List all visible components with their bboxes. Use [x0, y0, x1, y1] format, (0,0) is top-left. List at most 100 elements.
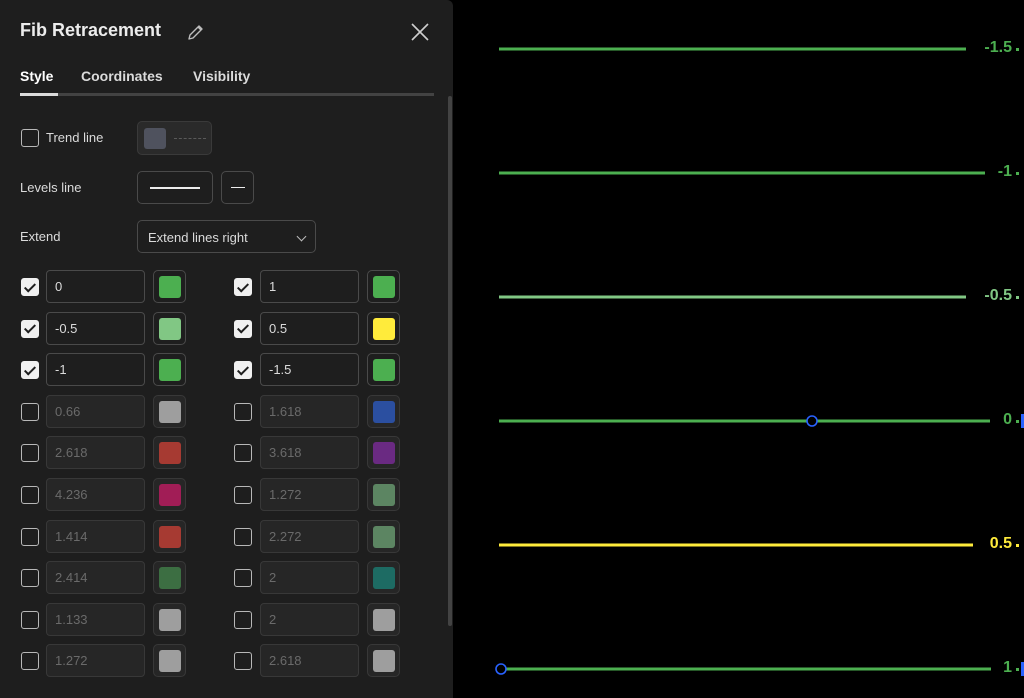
level-color-button[interactable]	[153, 394, 186, 428]
level-value-input[interactable]: -1.5	[260, 353, 359, 387]
level-color-button[interactable]	[153, 311, 186, 345]
level-checkbox[interactable]	[234, 569, 252, 588]
trend-line-style-button[interactable]	[137, 121, 212, 155]
tab-active-indicator	[20, 93, 58, 96]
extend-select[interactable]: Extend lines right	[137, 220, 316, 253]
level-checkbox[interactable]	[21, 486, 39, 504]
level-color-swatch	[373, 650, 395, 673]
level-color-swatch	[373, 359, 395, 382]
fib-level-label: 0	[1003, 411, 1012, 428]
level-color-swatch	[159, 276, 181, 298]
level-color-swatch	[159, 608, 181, 631]
fib-level-label: 1	[1003, 659, 1012, 676]
level-value-input[interactable]: 1.618	[260, 394, 359, 428]
fib-level-tick	[1016, 296, 1019, 299]
fib-level-tick	[1016, 420, 1019, 423]
level-color-button[interactable]	[367, 478, 400, 511]
fib-level-label: -1.5	[984, 39, 1012, 56]
level-color-swatch	[159, 567, 181, 590]
levels-line-width-button[interactable]	[221, 171, 254, 204]
chevron-down-icon	[296, 231, 307, 242]
extend-select-value: Extend lines right	[148, 230, 248, 245]
level-checkbox[interactable]	[234, 527, 252, 546]
level-checkbox[interactable]	[21, 278, 39, 296]
fib-level-tick	[1016, 544, 1019, 547]
levels-line-style-button[interactable]	[137, 171, 213, 204]
level-checkbox[interactable]	[234, 278, 252, 296]
level-value-input[interactable]: 0.66	[46, 394, 145, 428]
level-value-input[interactable]: 1.272	[260, 478, 359, 511]
level-color-swatch	[159, 317, 181, 340]
fib-retracement-drawing[interactable]	[453, 0, 1024, 698]
chart-area: -1.5 -1 -0.5 0 0.5 1	[453, 0, 1024, 698]
level-color-button[interactable]	[367, 561, 400, 595]
level-color-button[interactable]	[153, 519, 186, 553]
level-checkbox[interactable]	[234, 486, 252, 504]
level-value-input[interactable]: -1	[46, 353, 145, 387]
level-value-input[interactable]: 2	[260, 561, 359, 595]
scrollbar[interactable]	[448, 96, 452, 626]
level-color-swatch	[159, 400, 181, 423]
dialog-title: Fib Retracement	[20, 20, 162, 40]
level-value-input[interactable]: 2	[260, 602, 359, 636]
level-color-button[interactable]	[153, 436, 186, 470]
line-width-icon	[231, 187, 245, 188]
level-color-button[interactable]	[367, 353, 400, 387]
level-color-button[interactable]	[153, 270, 186, 303]
solid-line-icon	[150, 187, 200, 189]
drag-handle[interactable]	[495, 663, 507, 675]
level-checkbox[interactable]	[21, 652, 39, 671]
level-value-input[interactable]: 2.618	[46, 436, 145, 470]
level-color-swatch	[373, 442, 395, 465]
level-color-button[interactable]	[153, 353, 186, 387]
level-color-button[interactable]	[367, 394, 400, 428]
level-value-input[interactable]: 2.272	[260, 519, 359, 553]
level-color-button[interactable]	[367, 311, 400, 345]
drag-handle[interactable]	[806, 415, 818, 427]
level-checkbox[interactable]	[234, 402, 252, 421]
tab-style[interactable]: Style	[20, 68, 53, 84]
level-color-swatch	[159, 525, 181, 548]
tab-visibility[interactable]: Visibility	[193, 68, 250, 84]
level-checkbox[interactable]	[21, 610, 39, 629]
level-checkbox[interactable]	[234, 361, 252, 380]
level-value-input[interactable]: 1.414	[46, 519, 145, 553]
level-value-input[interactable]: 2.618	[260, 644, 359, 678]
level-color-button[interactable]	[367, 270, 400, 303]
level-color-button[interactable]	[153, 644, 186, 678]
level-color-button[interactable]	[153, 561, 186, 595]
level-value-input[interactable]: 1	[260, 270, 359, 303]
level-color-button[interactable]	[367, 519, 400, 553]
fib-level-label: -1	[997, 163, 1012, 180]
level-checkbox[interactable]	[234, 610, 252, 629]
level-color-button[interactable]	[367, 602, 400, 636]
level-checkbox[interactable]	[234, 444, 252, 463]
level-checkbox[interactable]	[21, 569, 39, 588]
level-value-input[interactable]: 1.133	[46, 602, 145, 636]
level-color-button[interactable]	[367, 644, 400, 678]
fib-level-tick	[1016, 668, 1019, 671]
trend-line-checkbox[interactable]	[21, 129, 39, 147]
level-checkbox[interactable]	[21, 444, 39, 463]
level-checkbox[interactable]	[234, 319, 252, 338]
close-icon[interactable]	[408, 20, 432, 44]
level-checkbox[interactable]	[21, 319, 39, 338]
level-color-button[interactable]	[367, 436, 400, 470]
level-checkbox[interactable]	[21, 527, 39, 546]
level-value-input[interactable]: 1.272	[46, 644, 145, 678]
pencil-icon[interactable]	[186, 22, 206, 42]
level-value-input[interactable]: 2.414	[46, 561, 145, 595]
level-value-input[interactable]: 0	[46, 270, 145, 303]
level-color-swatch	[373, 276, 395, 298]
level-checkbox[interactable]	[21, 402, 39, 421]
level-color-button[interactable]	[153, 602, 186, 636]
level-value-input[interactable]: 4.236	[46, 478, 145, 511]
level-color-swatch	[159, 484, 181, 506]
level-color-button[interactable]	[153, 478, 186, 511]
level-checkbox[interactable]	[21, 361, 39, 380]
tab-coordinates[interactable]: Coordinates	[81, 68, 163, 84]
level-value-input[interactable]: -0.5	[46, 311, 145, 345]
level-value-input[interactable]: 0.5	[260, 311, 359, 345]
level-checkbox[interactable]	[234, 652, 252, 671]
level-value-input[interactable]: 3.618	[260, 436, 359, 470]
